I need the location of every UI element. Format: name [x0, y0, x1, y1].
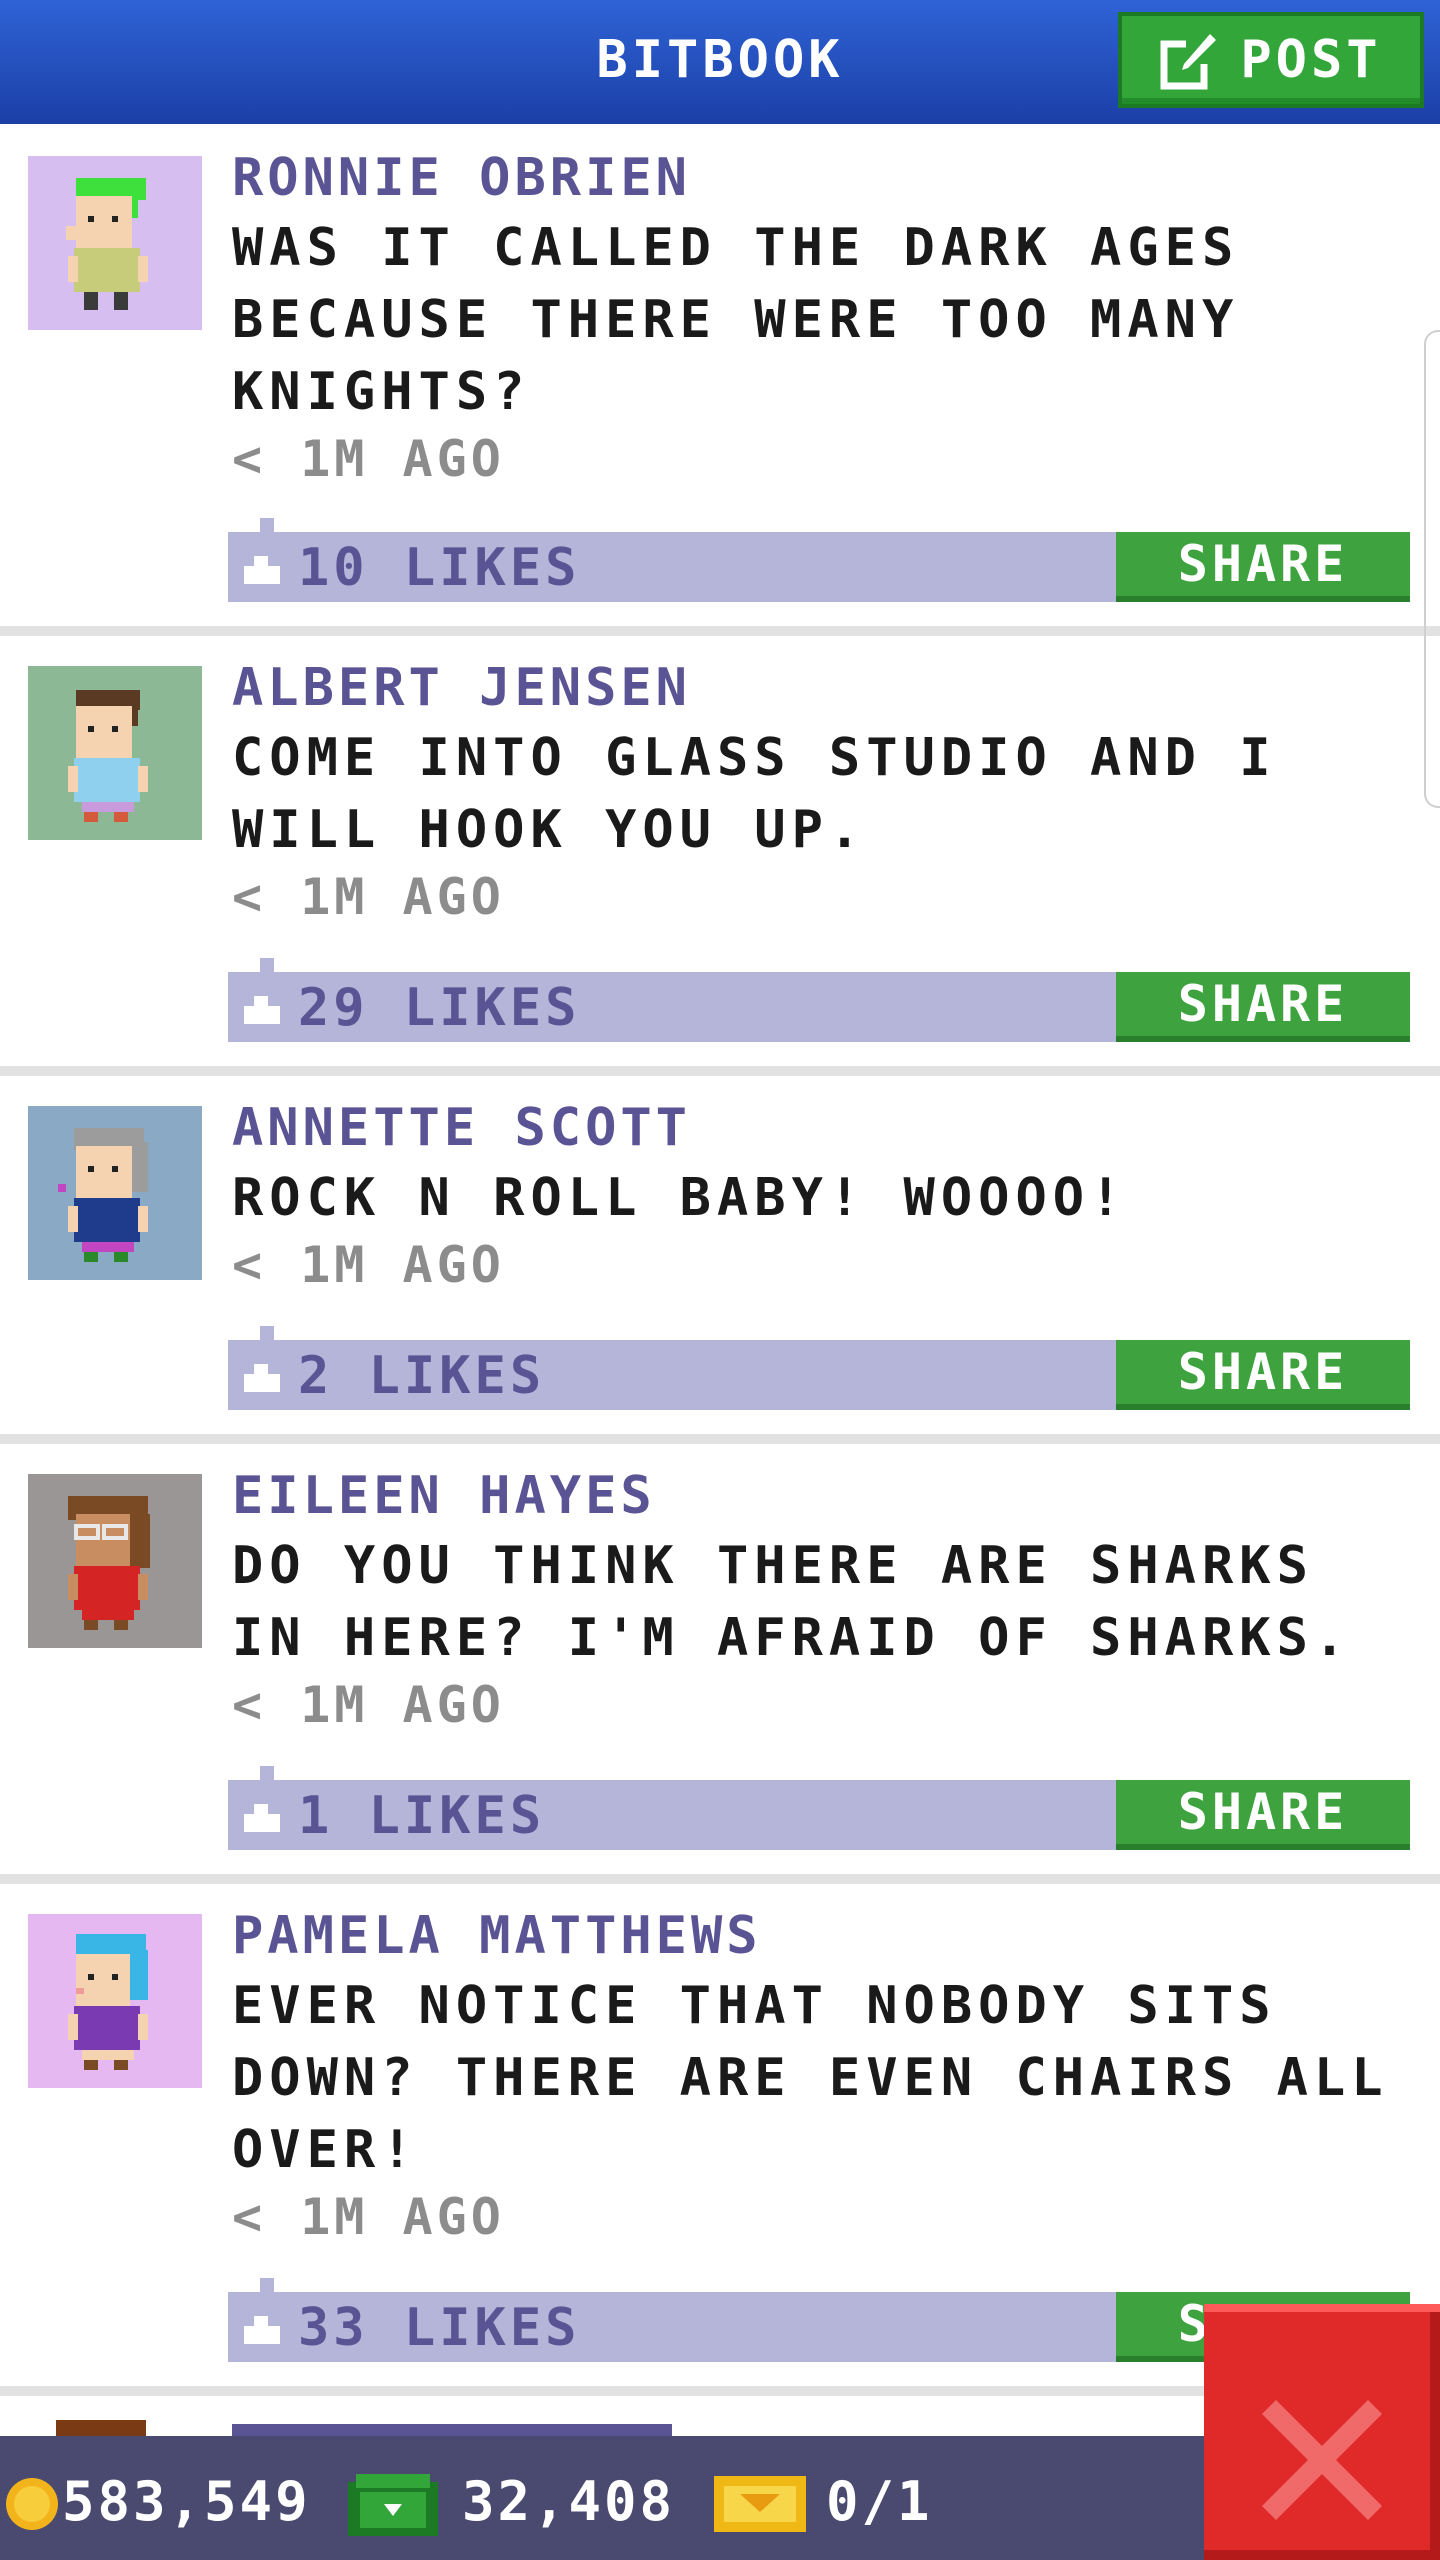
likes-bar: 29 LIKES SHARE: [228, 958, 1410, 1042]
post-message: ROCK N ROLL BABY! WOOOO!: [232, 1168, 1128, 1228]
avatar: [28, 156, 202, 330]
divider: [0, 626, 1440, 636]
post-time: < 1M AGO: [232, 2188, 505, 2246]
post-author[interactable]: ALBERT JENSEN: [232, 658, 691, 718]
likes-bar-nub: [260, 1326, 274, 1340]
post-button-label: POST: [1240, 30, 1382, 90]
likes-bar: 1 LIKES SHARE: [228, 1766, 1410, 1850]
post-message: COME INTO GLASS STUDIO AND I WILL HOOK Y…: [232, 728, 1277, 860]
likes-count: 1 LIKES: [298, 1786, 546, 1846]
edit-icon: [1160, 34, 1217, 90]
share-button[interactable]: SHARE: [1116, 1340, 1410, 1410]
ticket-icon: [714, 2476, 806, 2532]
bux-count: 32,408: [462, 2470, 676, 2533]
post-author: [232, 2424, 672, 2436]
likes-count: 10 LIKES: [298, 538, 581, 598]
app-header: BITBOOK POST: [0, 0, 1440, 128]
avatar: [28, 1106, 202, 1280]
list-item: ALBERT JENSEN COME INTO GLASS STUDIO AND…: [0, 636, 1440, 1064]
share-button[interactable]: SHARE: [1116, 532, 1410, 602]
like-icon[interactable]: [244, 1362, 280, 1392]
post-time: < 1M AGO: [232, 430, 505, 488]
divider: [0, 1066, 1440, 1076]
scrollbar[interactable]: [1424, 330, 1440, 808]
post-time: < 1M AGO: [232, 868, 505, 926]
post-author[interactable]: EILEEN HAYES: [232, 1466, 656, 1526]
tickets-count: 0/1: [826, 2470, 933, 2533]
like-icon[interactable]: [244, 2314, 280, 2344]
list-item: EILEEN HAYES DO YOU THINK THERE ARE SHAR…: [0, 1444, 1440, 1872]
likes-bar-nub: [260, 958, 274, 972]
divider: [0, 1874, 1440, 1884]
list-item: RONNIE OBRIEN WAS IT CALLED THE DARK AGE…: [0, 124, 1440, 624]
cash-icon: [348, 2474, 438, 2536]
coins-count: 583,549: [62, 2470, 311, 2533]
post-author[interactable]: PAMELA MATTHEWS: [232, 1906, 762, 1966]
coin-icon: [6, 2478, 58, 2530]
post-message: WAS IT CALLED THE DARK AGES BECAUSE THER…: [232, 218, 1240, 422]
likes-bar-nub: [260, 2278, 274, 2292]
list-item: ANNETTE SCOTT ROCK N ROLL BABY! WOOOO! <…: [0, 1076, 1440, 1432]
divider: [0, 1434, 1440, 1444]
post-button[interactable]: POST: [1118, 12, 1424, 108]
likes-count: 29 LIKES: [298, 978, 581, 1038]
share-button[interactable]: SHARE: [1116, 1780, 1410, 1850]
likes-bar: 10 LIKES SHARE: [228, 518, 1410, 602]
avatar: [28, 1474, 202, 1648]
likes-bar-nub: [260, 518, 274, 532]
likes-count: 2 LIKES: [298, 1346, 546, 1406]
likes-count: 33 LIKES: [298, 2298, 581, 2358]
post-time: < 1M AGO: [232, 1236, 505, 1294]
close-button[interactable]: [1204, 2304, 1440, 2560]
like-icon[interactable]: [244, 554, 280, 584]
post-author[interactable]: ANNETTE SCOTT: [232, 1098, 691, 1158]
avatar: [56, 2420, 146, 2436]
post-time: < 1M AGO: [232, 1676, 505, 1734]
likes-bar: 2 LIKES SHARE: [228, 1326, 1410, 1410]
like-icon[interactable]: [244, 1802, 280, 1832]
post-message: EVER NOTICE THAT NOBODY SITS DOWN? THERE…: [232, 1976, 1389, 2180]
share-button[interactable]: SHARE: [1116, 972, 1410, 1042]
close-icon: [1262, 2400, 1382, 2520]
post-author[interactable]: RONNIE OBRIEN: [232, 148, 691, 208]
avatar: [28, 666, 202, 840]
post-message: DO YOU THINK THERE ARE SHARKS IN HERE? I…: [232, 1536, 1352, 1668]
like-icon[interactable]: [244, 994, 280, 1024]
likes-bar-nub: [260, 1766, 274, 1780]
avatar: [28, 1914, 202, 2088]
